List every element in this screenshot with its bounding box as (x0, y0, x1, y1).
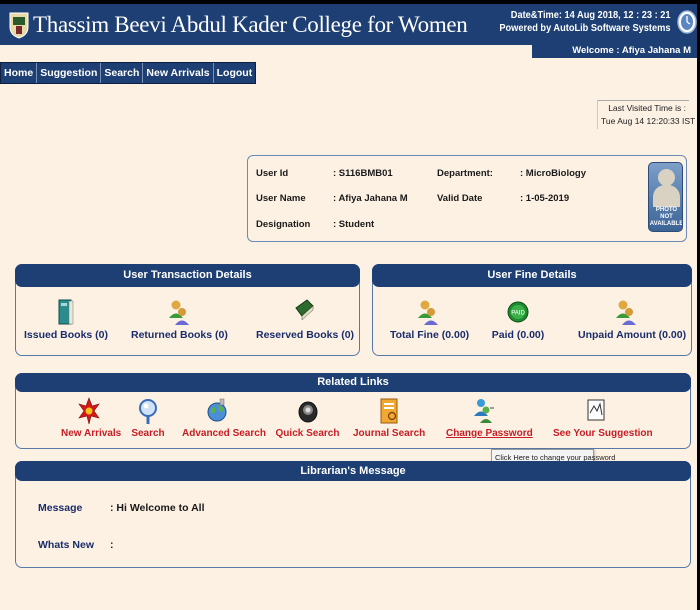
user-profile-card: User Id : S116BMB01 User Name : Afiya Ja… (247, 155, 687, 242)
designation-label: Designation (256, 219, 311, 230)
unpaid-amount-label: Unpaid Amount (0.00) (578, 329, 687, 341)
valid-date-label: Valid Date (437, 193, 483, 204)
journal-search-link[interactable]: Journal Search (353, 397, 425, 439)
college-name: Thassim Beevi Abdul Kader College for Wo… (33, 12, 468, 37)
fine-panel-title: User Fine Details (372, 264, 692, 287)
app-header: Thassim Beevi Abdul Kader College for Wo… (0, 0, 700, 45)
issued-books-link[interactable]: Issued Books (0) (21, 298, 111, 341)
advanced-search-link[interactable]: Advanced Search (182, 397, 266, 439)
see-suggestion-label: See Your Suggestion (553, 428, 653, 439)
reserved-books-label: Reserved Books (0) (256, 329, 355, 341)
main-nav: Home Suggestion Search New Arrivals Logo… (0, 62, 257, 84)
chart-icon (587, 399, 604, 421)
user-transaction-panel: User Transaction Details Issued Books (0… (15, 264, 360, 356)
total-fine-link[interactable]: Total Fine (0.00) (390, 298, 470, 341)
green-badge-icon: PAID (507, 301, 529, 323)
returned-books-label: Returned Books (0) (131, 329, 228, 341)
quick-search-link[interactable]: Quick Search (275, 397, 340, 439)
search-label: Search (131, 428, 165, 439)
red-star-icon (78, 397, 100, 425)
nav-search[interactable]: Search (101, 63, 144, 83)
user-id-value: : S116BMB01 (333, 168, 393, 179)
change-password-label: Change Password (446, 428, 533, 439)
nav-logout[interactable]: Logout (214, 63, 256, 83)
transaction-panel-title: User Transaction Details (15, 264, 360, 287)
last-visit-box: Last Visited Time is : Tue Aug 14 12:20:… (597, 100, 700, 129)
user-name-value: : Afiya Jahana M (333, 193, 408, 204)
librarian-message-title: Librarian's Message (15, 461, 691, 481)
message-value: : Hi Welcome to All (110, 502, 205, 514)
user-name-label: User Name (256, 193, 306, 204)
welcome-text: Welcome : Afiya Jahana M (532, 44, 697, 58)
nav-suggestion[interactable]: Suggestion (37, 63, 102, 83)
last-visit-label: Last Visited Time is : (608, 103, 686, 113)
issued-books-label: Issued Books (0) (23, 329, 109, 341)
user-id-label: User Id (256, 168, 289, 179)
paid-link[interactable]: PAID Paid (0.00) (483, 298, 553, 341)
datetime-text: Date&Time: 14 Aug 2018, 12 : 23 : 21 (510, 9, 670, 21)
search-link[interactable]: Search (128, 397, 168, 439)
message-label: Message (38, 502, 83, 514)
department-label: Department: (437, 168, 493, 179)
people-key-icon (474, 399, 494, 423)
valid-date-value: : 1-05-2019 (520, 193, 570, 204)
returned-books-link[interactable]: Returned Books (0) (131, 298, 228, 341)
unpaid-amount-link[interactable]: Unpaid Amount (0.00) (578, 298, 687, 341)
department-value: : MicroBiology (520, 168, 586, 179)
user-fine-panel: User Fine Details Total Fine (0.00) PAID… (372, 264, 692, 356)
user-photo-placeholder: PHOTO NOT AVAILABLE (648, 162, 683, 232)
quick-search-label: Quick Search (275, 428, 340, 439)
see-suggestion-link[interactable]: See Your Suggestion (553, 397, 653, 439)
paid-label: Paid (0.00) (491, 329, 545, 341)
nav-home[interactable]: Home (1, 63, 38, 83)
people-icon (615, 300, 636, 325)
teal-book-icon (58, 299, 74, 325)
people-icon (417, 300, 438, 325)
designation-value: : Student (333, 219, 375, 230)
whats-new-label: Whats New (38, 539, 95, 551)
powered-by-text: Powered by AutoLib Software Systems (498, 22, 670, 34)
journal-icon (380, 398, 398, 424)
svg-text:PAID: PAID (511, 311, 525, 317)
college-emblem-icon (9, 12, 29, 39)
last-visit-value: Tue Aug 14 12:20:33 IST 2018 (601, 116, 700, 126)
people-icon (168, 300, 189, 325)
new-arrivals-link[interactable]: New Arrivals (61, 397, 122, 439)
related-links-title: Related Links (15, 373, 691, 392)
total-fine-label: Total Fine (0.00) (390, 329, 470, 341)
clock-icon (677, 10, 697, 34)
globe-icon (207, 398, 227, 422)
green-book-icon (294, 299, 314, 321)
camera-icon (298, 401, 317, 423)
advanced-search-label: Advanced Search (182, 428, 266, 439)
photo-unavailable-text: PHOTO NOT AVAILABLE (649, 207, 683, 227)
magnifier-icon (139, 399, 157, 424)
nav-new-arrivals[interactable]: New Arrivals (143, 63, 214, 83)
whats-new-value: : (110, 539, 114, 551)
librarian-message-panel: Librarian's Message Message : Hi Welcome… (15, 461, 691, 568)
change-password-link[interactable]: Change Password (446, 397, 533, 439)
related-links-panel: Related Links New Arrivals Search Advanc… (15, 373, 691, 449)
reserved-books-link[interactable]: Reserved Books (0) (256, 298, 355, 341)
journal-search-label: Journal Search (353, 428, 426, 439)
new-arrivals-label: New Arrivals (61, 428, 122, 439)
